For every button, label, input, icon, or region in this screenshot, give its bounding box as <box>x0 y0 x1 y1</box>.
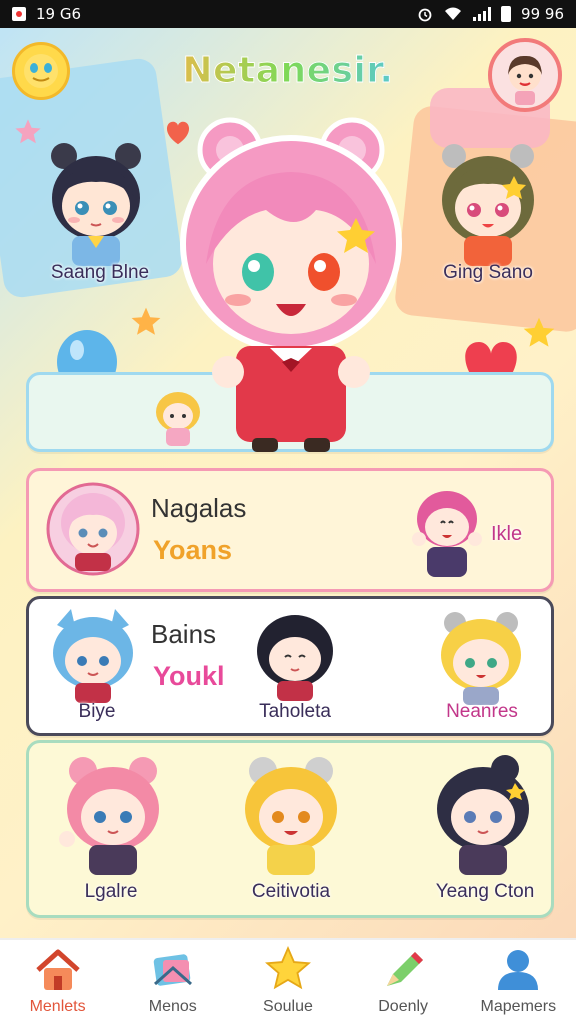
battery-icon <box>501 6 512 22</box>
nav-item-4[interactable]: Mapemers <box>461 940 576 1024</box>
bottom-nav: Menlets Menos Soulue Doenly Mapemers <box>0 938 576 1024</box>
nav-item-0[interactable]: Menlets <box>0 940 115 1024</box>
chibi-pink-hair-avatar <box>46 482 140 576</box>
status-left: 19 G6 <box>12 5 81 23</box>
status-time: 19 G6 <box>36 5 82 23</box>
wifi-icon <box>445 7 462 20</box>
header: Netanesir. <box>0 28 576 118</box>
row-2-left-label: Biye <box>78 701 116 722</box>
chibi-black-hair-sleepy <box>257 615 333 701</box>
chibi-pink-bear-waving <box>59 757 159 875</box>
row-2-title: Bains <box>151 619 217 649</box>
row-1-right-label: Ikle <box>491 523 523 545</box>
home-icon <box>35 949 80 990</box>
row-1-title: Nagalas <box>151 493 247 523</box>
chibi-small-blonde <box>156 392 200 446</box>
row-3-middle-label: Ceitivotia <box>251 881 331 902</box>
card-icon <box>153 954 192 986</box>
chibi-blue-hair-cat <box>53 609 133 703</box>
avatar-girl-icon <box>508 55 542 105</box>
row-3-left-label: Lgalre <box>84 881 138 902</box>
chibi-dark-hair-bun-girl <box>437 755 529 875</box>
chibi-olive-hair-girl[interactable] <box>428 136 548 266</box>
alarm-icon <box>418 8 432 22</box>
nav-label-2: Soulue <box>263 998 313 1015</box>
featured-right-label: Ging Sano <box>443 262 533 283</box>
chibi-blonde-bear-girl <box>441 612 521 705</box>
chibi-dark-hair-boy[interactable] <box>36 136 156 266</box>
row-2-subtitle: Youkl <box>153 661 225 691</box>
character-row-2[interactable]: Biye Bains Youkl Taholeta Neanres <box>26 596 554 736</box>
featured-left-label: Saang Blne <box>50 262 150 283</box>
character-row-3[interactable]: Lgalre Ceitivotia Yeang Cton <box>26 740 554 918</box>
nav-label-3: Doenly <box>378 998 429 1015</box>
nav-item-1[interactable]: Menos <box>115 940 230 1024</box>
star-decor-icon <box>523 317 555 347</box>
character-row-1[interactable]: Nagalas Yoans Ikle <box>26 468 554 592</box>
nav-item-2[interactable]: Soulue <box>230 940 345 1024</box>
app-screen: Netanesir. Saang Blne Ging Sano Nagalas … <box>0 28 576 938</box>
row-2-right-label: Neanres <box>446 701 518 722</box>
chibi-yellow-hair-bear <box>245 757 337 875</box>
star-decor-icon <box>15 119 41 144</box>
nav-label-1: Menos <box>148 998 197 1015</box>
user-icon <box>498 950 539 990</box>
notification-icon <box>12 7 26 21</box>
row-1-subtitle: Yoans <box>153 535 233 565</box>
profile-avatar-button[interactable] <box>488 38 562 112</box>
status-bar: 19 G6 99 96 <box>0 0 576 28</box>
nav-label-0: Menlets <box>29 998 86 1015</box>
star-decor-icon <box>131 307 161 335</box>
pencil-icon <box>387 952 424 986</box>
status-right: 99 96 <box>417 5 564 23</box>
chibi-magenta-hair-cheer <box>412 491 482 577</box>
battery-text: 99 96 <box>521 5 564 23</box>
star-icon <box>264 946 311 990</box>
row-3-right-label: Yeang Cton <box>435 881 535 902</box>
row-2-middle-label: Taholeta <box>259 701 331 722</box>
nav-item-3[interactable]: Doenly <box>346 940 461 1024</box>
signal-icon <box>473 7 492 21</box>
nav-label-4: Mapemers <box>480 998 557 1015</box>
